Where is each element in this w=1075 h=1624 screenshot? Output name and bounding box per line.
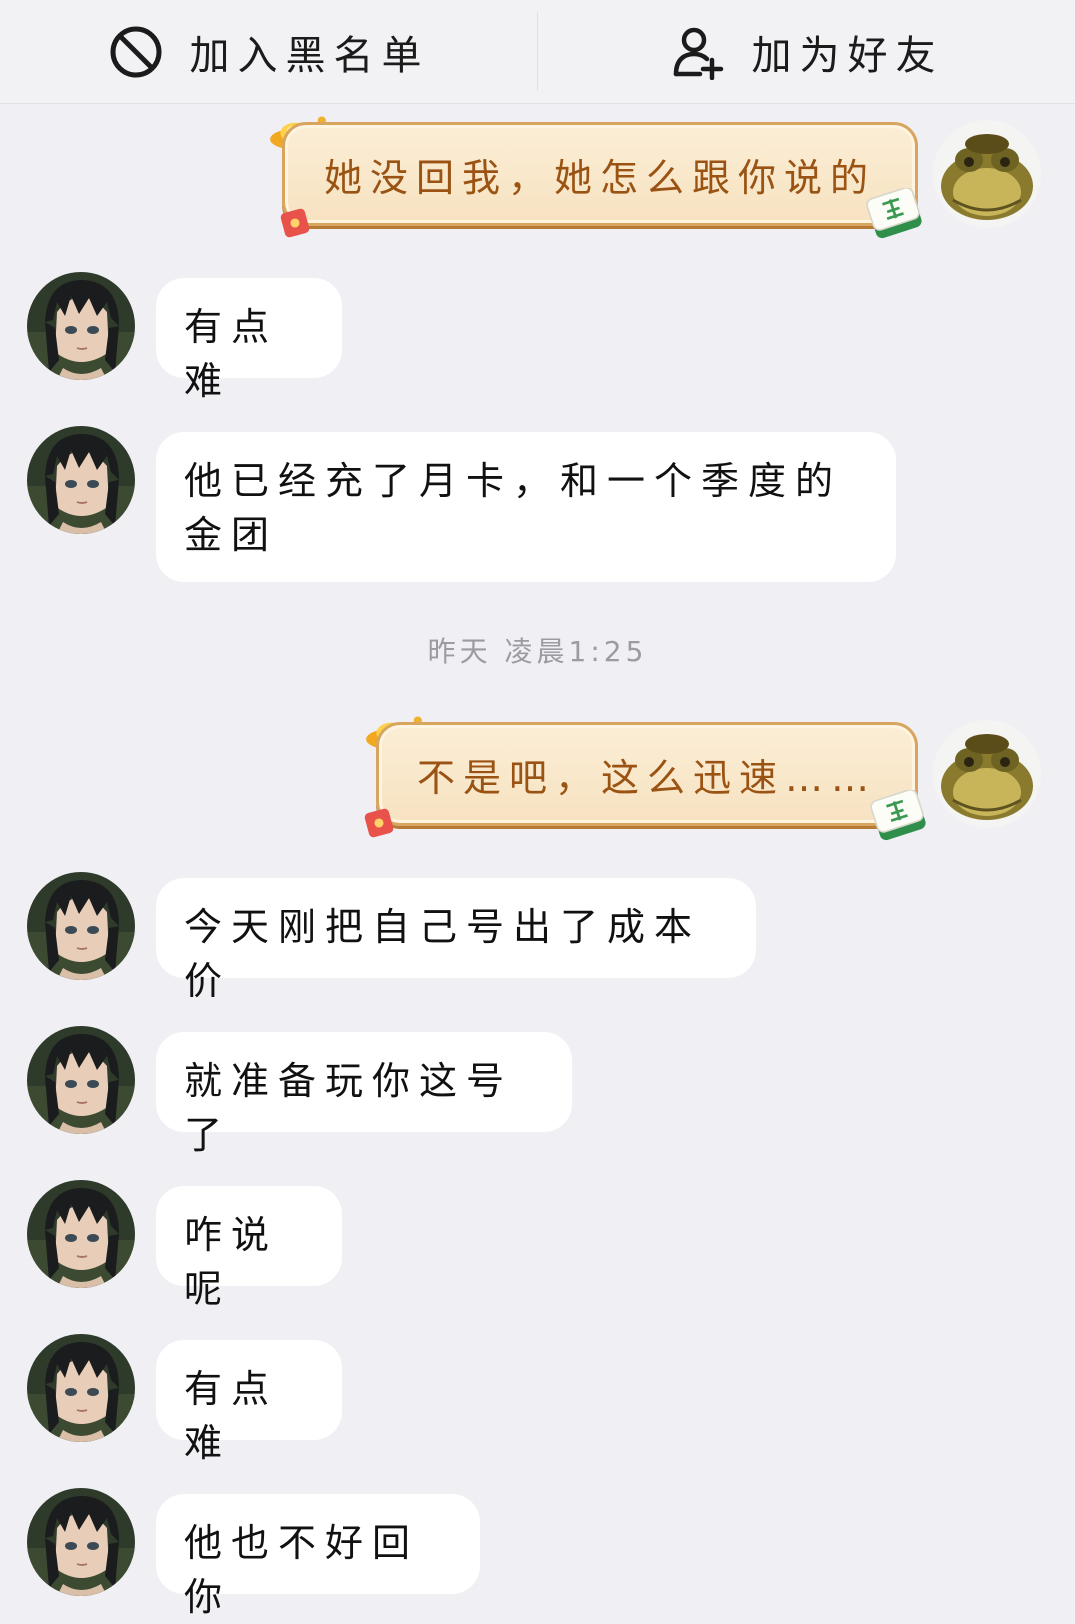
top-action-bar: 加入黑名单 加为好友: [0, 0, 1075, 104]
message-bubble[interactable]: 有点难: [156, 1340, 342, 1465]
message-text: 他也不好回你: [184, 1521, 420, 1619]
avatar-anime[interactable]: [27, 426, 135, 534]
mahjong-tile-icon: [866, 790, 932, 844]
message-bubble[interactable]: 他已经充了月卡，和一个季度的金团: [156, 432, 896, 582]
message-row: 他也不好回你: [0, 1488, 1075, 1619]
message-text: 不是吧，这么迅速……: [416, 755, 877, 800]
avatar-anime[interactable]: [27, 1488, 135, 1596]
red-packet-icon: [278, 206, 312, 240]
golden-message-bubble[interactable]: 不是吧，这么迅速……: [376, 722, 918, 826]
avatar-toad[interactable]: [933, 720, 1041, 828]
message-row: 有点难: [0, 272, 1075, 403]
avatar-anime[interactable]: [27, 1334, 135, 1442]
ban-icon: [108, 24, 164, 80]
message-row: 她没回我，她怎么跟你说的: [0, 118, 1075, 238]
avatar-anime[interactable]: [27, 1180, 135, 1288]
add-friend-button[interactable]: 加为好友: [538, 0, 1075, 103]
block-label: 加入黑名单: [189, 32, 430, 79]
message-bubble[interactable]: 有点难: [156, 278, 342, 403]
avatar-anime[interactable]: [27, 272, 135, 380]
golden-message-bubble[interactable]: 她没回我，她怎么跟你说的: [282, 122, 918, 226]
message-bubble[interactable]: 咋说呢: [156, 1186, 342, 1311]
add-user-icon: [670, 24, 726, 80]
red-packet-icon: [362, 806, 396, 840]
avatar-anime[interactable]: [27, 1026, 135, 1134]
message-row: 咋说呢: [0, 1180, 1075, 1311]
message-bubble[interactable]: 今天刚把自己号出了成本价: [156, 878, 756, 1003]
message-row: 他已经充了月卡，和一个季度的金团: [0, 426, 1075, 586]
message-row: 就准备玩你这号了: [0, 1026, 1075, 1157]
message-text: 今天刚把自己号出了成本价: [184, 905, 702, 1003]
timestamp: 昨天 凌晨1:25: [427, 635, 648, 668]
block-button[interactable]: 加入黑名单: [0, 0, 537, 103]
message-row: 今天刚把自己号出了成本价: [0, 872, 1075, 1003]
message-bubble[interactable]: 他也不好回你: [156, 1494, 480, 1619]
message-text: 有点难: [184, 305, 279, 403]
message-text: 咋说呢: [184, 1213, 279, 1311]
message-row: 不是吧，这么迅速……: [0, 718, 1075, 838]
add-friend-label: 加为好友: [751, 32, 944, 79]
message-text: 她没回我，她怎么跟你说的: [323, 155, 876, 200]
avatar-toad[interactable]: [933, 120, 1041, 228]
message-text: 有点难: [184, 1367, 279, 1465]
message-row: 有点难: [0, 1334, 1075, 1465]
mahjong-tile-icon: [862, 188, 928, 242]
avatar-anime[interactable]: [27, 872, 135, 980]
message-text: 他已经充了月卡，和一个季度的金团: [184, 459, 843, 557]
message-bubble[interactable]: 就准备玩你这号了: [156, 1032, 572, 1157]
message-text: 就准备玩你这号了: [184, 1059, 514, 1157]
